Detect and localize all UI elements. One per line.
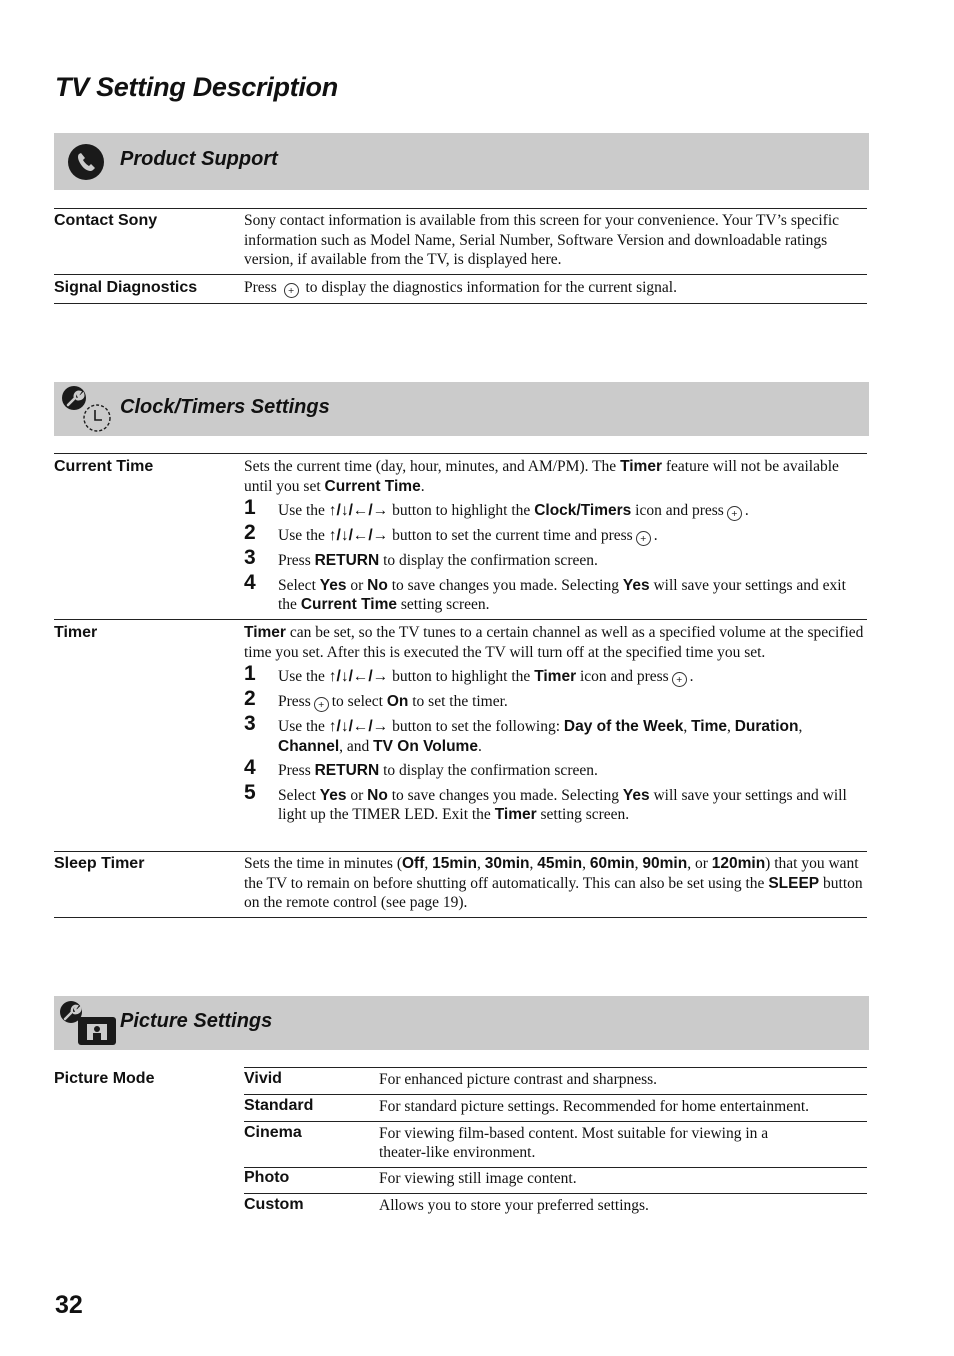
step-item: 5 Select Yes or No to save changes you m… — [244, 780, 847, 823]
divider — [54, 303, 867, 304]
divider — [54, 619, 867, 620]
wrench-picture-icon — [58, 1000, 118, 1053]
divider — [54, 851, 867, 852]
enter-button-icon: + — [313, 697, 329, 712]
section-title: Picture Settings — [120, 1010, 273, 1032]
section-title: Clock/Timers Settings — [120, 396, 330, 418]
step-item: 3 Use the ↑/↓/←/→ button to set the foll… — [244, 712, 803, 755]
divider — [54, 208, 867, 209]
page-number: 32 — [55, 1291, 83, 1319]
row-label-signal-diagnostics: Signal Diagnostics — [54, 279, 198, 296]
row-label-contact-sony: Contact Sony — [54, 212, 158, 229]
divider — [244, 1094, 867, 1095]
step-item: 3 Press RETURN to display the confirmati… — [244, 546, 598, 569]
row-description-current-time: Sets the current time (day, hour, minute… — [244, 457, 864, 615]
row-label-timer: Timer — [54, 624, 98, 641]
row-label-sleep-timer: Sleep Timer — [54, 855, 145, 872]
arrow-keys-icon: ↑/↓/←/→ — [328, 527, 389, 544]
divider — [54, 453, 867, 454]
enter-button-icon: + — [635, 531, 651, 546]
arrow-keys-icon: ↑/↓/←/→ — [328, 668, 389, 685]
intro-text: Timer can be set, so the TV tunes to a c… — [244, 624, 864, 661]
intro-text: Sets the current time (day, hour, minute… — [244, 458, 839, 495]
section-header-clock-timers: Clock/Timers Settings — [54, 382, 869, 436]
section-header-picture-settings: Picture Settings — [54, 996, 869, 1050]
row-description-contact-sony: Sony contact information is available fr… — [244, 212, 840, 268]
divider — [54, 917, 867, 918]
row-label-current-time: Current Time — [54, 458, 154, 475]
row-description-timer: Timer can be set, so the TV tunes to a c… — [244, 623, 864, 825]
step-item: 1 Use the ↑/↓/←/→ button to highlight th… — [244, 662, 694, 687]
divider — [244, 1121, 867, 1122]
row-label-picture-mode: Picture Mode — [54, 1070, 155, 1087]
arrow-keys-icon: ↑/↓/←/→ — [328, 502, 389, 519]
enter-button-icon: + — [726, 506, 742, 521]
step-item: 2 Use the ↑/↓/←/→ button to set the curr… — [244, 521, 658, 546]
page-title: TV Setting Description — [55, 72, 338, 102]
divider — [54, 274, 867, 275]
divider — [244, 1167, 867, 1168]
arrow-keys-icon: ↑/↓/←/→ — [328, 718, 389, 735]
phone-icon — [67, 143, 105, 186]
step-item: 2 Press + to select On to set the timer. — [244, 687, 508, 712]
step-item: 1 Use the ↑/↓/←/→ button to highlight th… — [244, 496, 749, 521]
divider — [244, 1067, 867, 1068]
enter-button-icon: + — [671, 672, 687, 687]
wrench-clock-icon — [60, 384, 116, 439]
row-description-sleep-timer: Sets the time in minutes (Off, 15min, 30… — [244, 855, 863, 911]
enter-button-icon: + — [283, 283, 299, 298]
step-item: 4 Select Yes or No to save changes you m… — [244, 570, 846, 613]
section-header-product-support: Product Support — [54, 133, 869, 190]
row-description-signal-diagnostics: Press + to display the diagnostics infor… — [244, 279, 677, 298]
section-title: Product Support — [120, 148, 278, 170]
divider — [244, 1193, 867, 1194]
step-item: 4 Press RETURN to display the confirmati… — [244, 756, 598, 779]
